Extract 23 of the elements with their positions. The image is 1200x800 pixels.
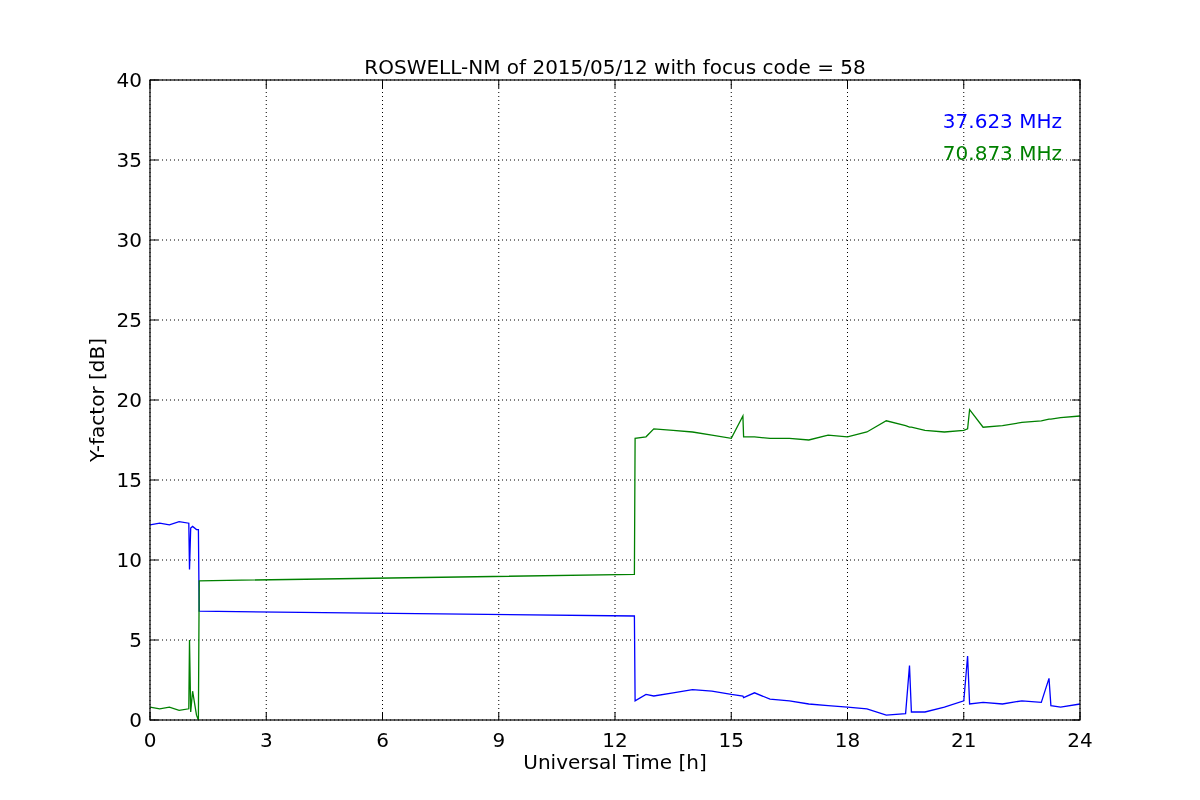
x-tick-label: 12 [602, 728, 628, 752]
y-tick-label: 40 [116, 68, 142, 92]
x-tick-label: 24 [1067, 728, 1093, 752]
y-tick-label: 25 [116, 308, 142, 332]
y-tick-label: 5 [129, 628, 142, 652]
chart-title: ROSWELL-NM of 2015/05/12 with focus code = 58 [364, 55, 866, 79]
y-tick-label: 30 [116, 228, 142, 252]
x-tick-label: 18 [834, 728, 861, 752]
x-tick-label: 0 [143, 728, 157, 752]
y-tick-label: 35 [116, 148, 142, 172]
x-tick-label: 6 [376, 728, 389, 752]
y-tick-label: 15 [116, 468, 142, 492]
legend-label: 37.623 MHz [942, 109, 1062, 133]
y-tick-label: 20 [116, 388, 142, 412]
y-axis-label: Y-factor [dB] [85, 338, 109, 462]
x-tick-label: 15 [718, 728, 744, 752]
x-tick-label: 3 [259, 728, 273, 752]
y-tick-label: 10 [116, 548, 142, 572]
legend-label: 70.873 MHz [942, 141, 1062, 165]
x-axis-label: Universal Time [h] [523, 750, 707, 774]
y-tick-label: 0 [129, 708, 142, 732]
x-tick-label: 21 [951, 728, 977, 752]
x-tick-label: 9 [492, 728, 506, 752]
